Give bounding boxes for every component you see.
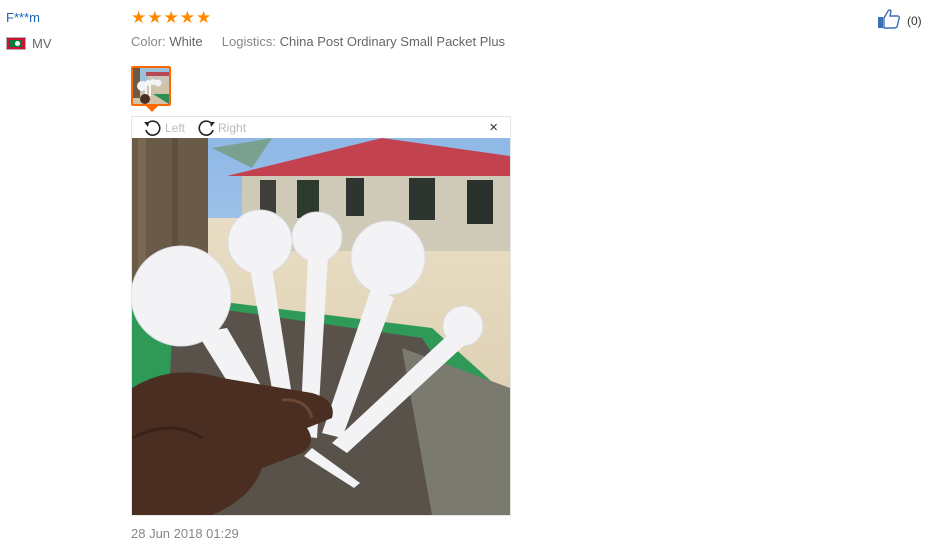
rotate-right-icon [198, 119, 216, 136]
rotate-left-label: Left [165, 120, 186, 135]
star-icon: ★ [163, 8, 179, 27]
thumbnail-pointer [146, 106, 158, 112]
star-icon: ★ [147, 8, 163, 27]
rotate-right-label: Right [218, 120, 247, 135]
color-label: Color: [131, 34, 166, 49]
close-icon[interactable]: × [489, 119, 498, 136]
star-icon: ★ [179, 8, 195, 27]
star-rating: ★ ★ ★ ★ ★ [131, 8, 211, 28]
rotate-left-icon [144, 119, 161, 136]
review-photo [132, 138, 510, 515]
reviewer-name[interactable]: F***m [6, 10, 40, 25]
star-icon: ★ [131, 8, 147, 27]
country-code: MV [32, 36, 52, 51]
review-image-thumbnail[interactable] [131, 66, 171, 106]
star-icon: ★ [196, 8, 212, 27]
rotate-right-button[interactable]: Right [195, 118, 246, 138]
review-attributes: Color: White Logistics: China Post Ordin… [131, 34, 505, 49]
logistics-value: China Post Ordinary Small Packet Plus [279, 34, 506, 49]
review-date: 28 Jun 2018 01:29 [131, 526, 239, 541]
thumbs-up-icon [877, 9, 901, 32]
maldives-flag-icon [6, 37, 26, 50]
image-viewer: Left Right × [131, 116, 511, 516]
helpful-button[interactable]: (0) [877, 9, 922, 32]
viewer-toolbar: Left Right × [132, 117, 510, 138]
rotate-left-button[interactable]: Left [142, 118, 185, 138]
reviewer-country: MV [6, 36, 52, 51]
logistics-label: Logistics: [221, 34, 276, 49]
color-value: White [169, 34, 203, 49]
helpful-count: (0) [907, 13, 922, 28]
